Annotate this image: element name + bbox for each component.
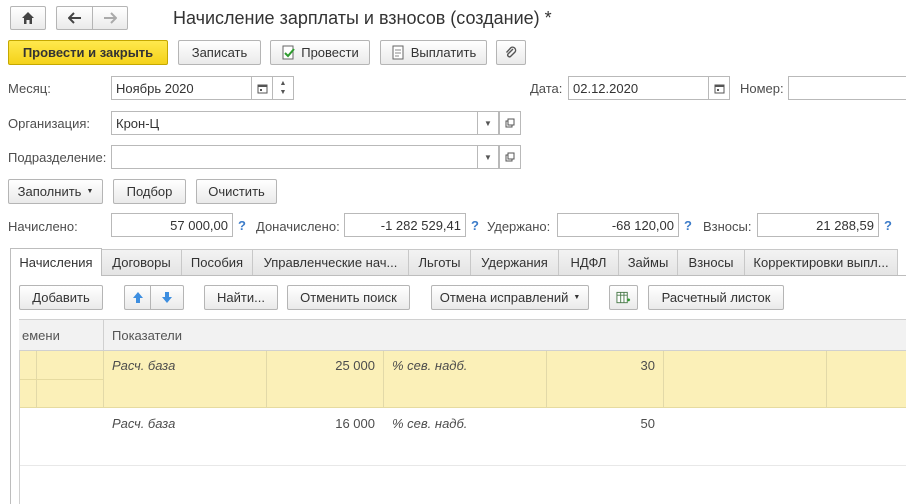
row1-value2: 30 (640, 358, 655, 373)
organization-open-button[interactable] (499, 111, 521, 135)
clear-button[interactable]: Очистить (196, 179, 277, 204)
number-label: Номер: (740, 81, 784, 96)
document-pay-icon (392, 45, 404, 60)
row2-value2: 50 (640, 416, 655, 431)
month-stepper[interactable]: ▲ ▼ (272, 76, 294, 100)
accrued-value: 57 000,00 (111, 213, 233, 237)
tab-ndfl[interactable]: НДФЛ (558, 249, 619, 275)
row1-indicator2: % сев. надб. (392, 358, 468, 373)
table-settings-button[interactable] (609, 285, 638, 310)
month-field[interactable]: Ноябрь 2020 (111, 76, 252, 100)
cancel-corrections-label: Отмена исправлений (439, 290, 569, 305)
row-subline (20, 379, 103, 380)
find-button[interactable]: Найти... (204, 285, 278, 310)
tab-accruals[interactable]: Начисления (10, 248, 102, 276)
post-and-close-button[interactable]: Провести и закрыть (8, 40, 168, 65)
withheld-value: -68 120,00 (557, 213, 679, 237)
paperclip-icon (505, 46, 517, 57)
forward-button[interactable] (92, 6, 128, 30)
tab-benefits[interactable]: Пособия (181, 249, 253, 275)
row-divider (663, 351, 664, 408)
tab-contracts[interactable]: Договоры (101, 249, 182, 275)
row-divider (103, 351, 104, 408)
date-field[interactable]: 02.12.2020 (568, 76, 709, 100)
open-form-icon (505, 118, 515, 128)
arrow-right-icon (104, 12, 117, 24)
pay-button[interactable]: Выплатить (380, 40, 487, 65)
chevron-down-icon: ▼ (484, 118, 492, 128)
accrued-label: Начислено: (8, 219, 78, 234)
organization-dropdown[interactable]: ▼ (477, 111, 499, 135)
back-button[interactable] (56, 6, 92, 30)
cancel-corrections-button[interactable]: Отмена исправлений ▼ (431, 285, 589, 310)
fill-button[interactable]: Заполнить ▼ (8, 179, 103, 204)
calendar-icon (714, 84, 724, 93)
row-divider (826, 351, 827, 408)
stepper-up-icon[interactable]: ▲ (280, 79, 287, 88)
tab-payment-corrections[interactable]: Корректировки выпл... (744, 249, 898, 275)
col-header-indicators[interactable]: Показатели (112, 328, 182, 343)
post-document-icon (282, 45, 295, 60)
pay-button-label: Выплатить (410, 45, 477, 60)
open-form-icon (505, 152, 515, 162)
department-open-button[interactable] (499, 145, 521, 169)
extra-accrued-value: -1 282 529,41 (344, 213, 466, 237)
add-button[interactable]: Добавить (19, 285, 103, 310)
save-button[interactable]: Записать (178, 40, 261, 65)
accrued-help-icon[interactable]: ? (238, 218, 246, 233)
attach-button[interactable] (496, 40, 526, 65)
organization-field[interactable]: Крон-Ц (111, 111, 478, 135)
organization-label: Организация: (8, 116, 91, 131)
window-title: Начисление зарплаты и взносов (создание)… (173, 8, 552, 28)
arrow-up-icon (132, 292, 143, 303)
col-header-time[interactable]: емени (22, 328, 60, 343)
tab-benefit-privileges[interactable]: Льготы (408, 249, 471, 275)
arrow-left-icon (67, 12, 81, 24)
tab-deductions[interactable]: Удержания (470, 249, 559, 275)
fill-button-label: Заполнить (17, 184, 82, 199)
date-calendar-button[interactable] (708, 76, 730, 100)
month-label: Месяц: (8, 81, 51, 96)
chevron-down-icon: ▼ (484, 152, 492, 162)
col-divider (103, 319, 104, 351)
chevron-down-icon: ▼ (86, 188, 94, 195)
date-label: Дата: (530, 81, 563, 96)
stepper-down-icon[interactable]: ▼ (280, 88, 287, 97)
tab-loans[interactable]: Займы (618, 249, 678, 275)
home-button[interactable] (10, 6, 46, 30)
number-field[interactable] (788, 76, 906, 100)
department-dropdown[interactable]: ▼ (477, 145, 499, 169)
department-label: Подразделение: (8, 150, 107, 165)
withheld-help-icon[interactable]: ? (684, 218, 692, 233)
withheld-label: Удержано: (487, 219, 551, 234)
arrow-down-icon (162, 292, 172, 303)
payslip-button[interactable]: Расчетный листок (648, 285, 784, 310)
home-icon (22, 12, 34, 24)
calendar-icon (257, 84, 267, 93)
move-down-button[interactable] (150, 285, 184, 310)
row2-indicator1: Расч. база (112, 416, 176, 431)
department-field[interactable] (111, 145, 478, 169)
contributions-label: Взносы: (703, 219, 752, 234)
post-button-label: Провести (301, 45, 359, 60)
row2-indicator2: % сев. надб. (392, 416, 468, 431)
post-button[interactable]: Провести (270, 40, 370, 65)
tab-contributions[interactable]: Взносы (677, 249, 745, 275)
contributions-value: 21 288,59 (757, 213, 879, 237)
contributions-help-icon[interactable]: ? (884, 218, 892, 233)
extra-accrued-label: Доначислено: (256, 219, 340, 234)
calendar-button[interactable] (251, 76, 273, 100)
table-columns-icon (616, 291, 631, 303)
row1-value1: 25 000 (335, 358, 375, 373)
chevron-down-icon: ▼ (573, 294, 581, 301)
row-divider (383, 351, 384, 408)
tab-management-accruals[interactable]: Управленческие нач... (252, 249, 409, 275)
cancel-search-button[interactable]: Отменить поиск (287, 285, 410, 310)
extra-help-icon[interactable]: ? (471, 218, 479, 233)
move-up-button[interactable] (124, 285, 150, 310)
row1-indicator1: Расч. база (112, 358, 176, 373)
select-button[interactable]: Подбор (113, 179, 186, 204)
row2-value1: 16 000 (335, 416, 375, 431)
